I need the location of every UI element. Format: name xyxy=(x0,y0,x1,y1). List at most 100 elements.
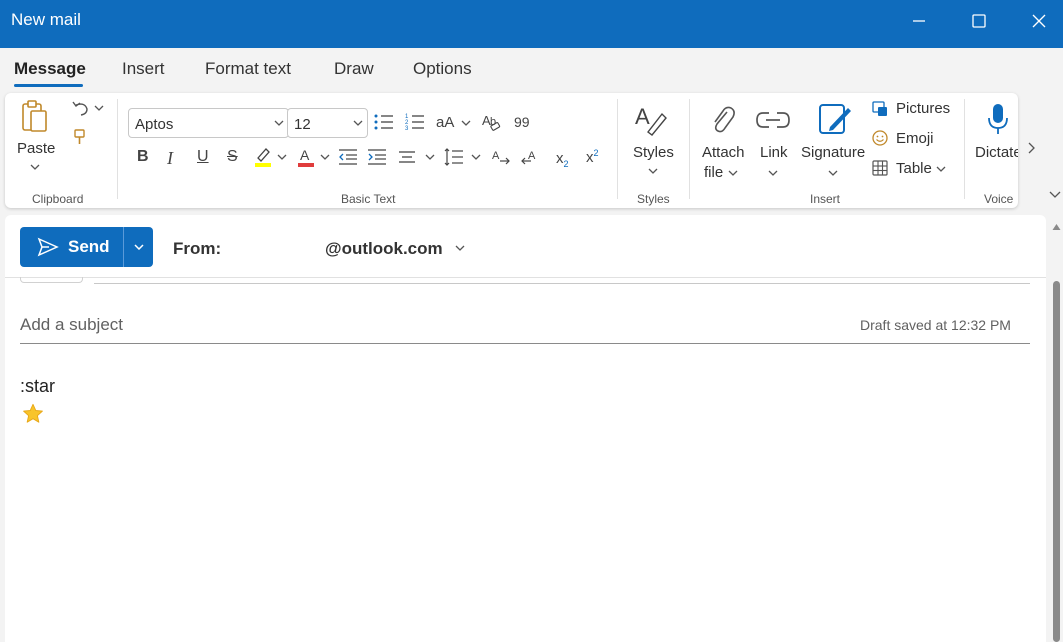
active-tab-indicator xyxy=(14,84,83,87)
format-painter-button[interactable] xyxy=(71,127,89,147)
styles-label[interactable]: Styles xyxy=(633,144,674,161)
tab-format-text[interactable]: Format text xyxy=(205,59,291,79)
quote-button[interactable]: 99 xyxy=(514,114,530,130)
highlight-button[interactable] xyxy=(253,145,273,169)
change-case-button[interactable]: aA xyxy=(436,114,454,131)
chevron-down-icon xyxy=(455,245,465,251)
tab-message[interactable]: Message xyxy=(14,59,86,79)
align-dropdown[interactable] xyxy=(424,152,436,162)
window-title: New mail xyxy=(11,10,81,29)
paste-label[interactable]: Paste xyxy=(17,140,55,157)
chevron-down-icon xyxy=(277,154,287,160)
dictate-label[interactable]: Dictate xyxy=(975,144,1018,161)
line-spacing-dropdown[interactable] xyxy=(470,152,482,162)
styles-button[interactable]: A xyxy=(633,101,669,137)
left-to-right-icon: A xyxy=(492,150,510,165)
align-button[interactable] xyxy=(397,148,417,166)
subject-input[interactable]: Add a subject xyxy=(20,315,123,335)
from-address[interactable]: @outlook.com xyxy=(325,239,443,259)
close-icon xyxy=(1032,14,1046,28)
svg-text:A: A xyxy=(528,150,536,162)
vertical-scrollbar[interactable] xyxy=(1050,215,1063,642)
decrease-indent-button[interactable] xyxy=(337,147,359,167)
star-icon xyxy=(23,403,43,423)
message-body-text[interactable]: :star xyxy=(20,376,55,397)
ribbon-expand[interactable] xyxy=(1047,189,1063,199)
title-bar: New mail xyxy=(0,0,1063,48)
maximize-button[interactable] xyxy=(949,0,1009,42)
link-button[interactable] xyxy=(756,105,790,135)
table-dropdown-chevron[interactable] xyxy=(935,164,947,174)
link-label[interactable]: Link xyxy=(760,144,788,161)
pictures-label[interactable]: Pictures xyxy=(896,100,950,117)
from-dropdown[interactable] xyxy=(453,243,467,253)
table-label[interactable]: Table xyxy=(896,160,932,177)
subject-underline xyxy=(20,343,1030,344)
line-spacing-button[interactable] xyxy=(443,146,465,168)
scroll-thumb[interactable] xyxy=(1053,281,1060,642)
signature-label[interactable]: Signature xyxy=(801,144,865,161)
font-color-icon: A xyxy=(298,147,314,167)
chevron-down-icon xyxy=(320,154,330,160)
increase-indent-button[interactable] xyxy=(366,147,388,167)
attach-dropdown-chevron[interactable] xyxy=(727,168,739,178)
emoji-label[interactable]: Emoji xyxy=(896,130,934,147)
superscript-mark: 2 xyxy=(593,148,599,158)
ribbon-tabs: Message Insert Format text Draw Options xyxy=(0,48,1063,92)
ltr-button[interactable]: A xyxy=(491,147,511,167)
change-case-dropdown[interactable] xyxy=(460,118,472,128)
paste-button[interactable] xyxy=(19,99,51,133)
attach-label-line1[interactable]: Attach xyxy=(702,144,745,161)
tab-options[interactable]: Options xyxy=(413,59,472,79)
underline-button[interactable]: U xyxy=(197,148,209,166)
close-button[interactable] xyxy=(1009,0,1063,42)
rtl-button[interactable]: A xyxy=(520,147,540,167)
clear-formatting-icon: A b xyxy=(482,113,501,131)
font-name-dropdown[interactable]: Aptos xyxy=(128,108,289,138)
ribbon-scroll-right[interactable] xyxy=(1025,140,1039,156)
pictures-button[interactable] xyxy=(871,100,889,118)
table-icon xyxy=(872,160,888,176)
maximize-icon xyxy=(972,14,986,28)
emoji-button[interactable] xyxy=(871,129,889,147)
attach-label-line2[interactable]: file xyxy=(704,164,723,181)
dictate-button[interactable] xyxy=(985,101,1011,137)
attach-file-button[interactable] xyxy=(707,103,737,137)
send-button[interactable]: Send xyxy=(20,227,153,267)
table-button[interactable] xyxy=(871,159,889,177)
undo-button[interactable] xyxy=(71,98,91,118)
signature-button[interactable] xyxy=(817,101,853,137)
font-color-dropdown[interactable] xyxy=(319,152,331,162)
to-field[interactable] xyxy=(94,283,1030,284)
paperclip-icon xyxy=(714,106,735,133)
undo-dropdown[interactable] xyxy=(93,103,105,113)
minimize-button[interactable] xyxy=(889,0,949,42)
numbering-button[interactable]: 1 2 3 xyxy=(404,111,426,133)
signature-dropdown-chevron[interactable] xyxy=(827,168,839,178)
scroll-up-icon[interactable] xyxy=(1052,223,1061,231)
styles-dropdown-chevron[interactable] xyxy=(647,166,659,176)
font-size-value: 12 xyxy=(294,116,311,133)
highlight-dropdown[interactable] xyxy=(276,152,288,162)
undo-icon xyxy=(72,101,88,116)
chevron-down-icon xyxy=(1049,191,1061,198)
tab-insert[interactable]: Insert xyxy=(122,59,165,79)
font-size-dropdown[interactable]: 12 xyxy=(287,108,368,138)
subscript-button[interactable]: x2 xyxy=(556,150,569,169)
link-dropdown-chevron[interactable] xyxy=(767,168,779,178)
bullets-button[interactable] xyxy=(373,111,395,133)
to-button[interactable] xyxy=(20,277,83,283)
bold-button[interactable]: B xyxy=(137,148,149,166)
bullet-list-icon xyxy=(374,114,393,130)
clear-formatting-button[interactable]: A b xyxy=(481,111,503,133)
styles-group-label: Styles xyxy=(637,192,670,206)
tab-draw[interactable]: Draw xyxy=(334,59,374,79)
highlighter-icon xyxy=(255,148,271,167)
strikethrough-button[interactable]: S xyxy=(227,148,238,166)
clipboard-icon xyxy=(22,100,47,132)
send-options-button[interactable] xyxy=(124,227,153,267)
italic-button[interactable]: I xyxy=(167,148,173,169)
superscript-button[interactable]: x2 xyxy=(586,148,599,166)
font-color-button[interactable]: A xyxy=(296,145,316,169)
paste-dropdown-chevron[interactable] xyxy=(29,162,41,172)
